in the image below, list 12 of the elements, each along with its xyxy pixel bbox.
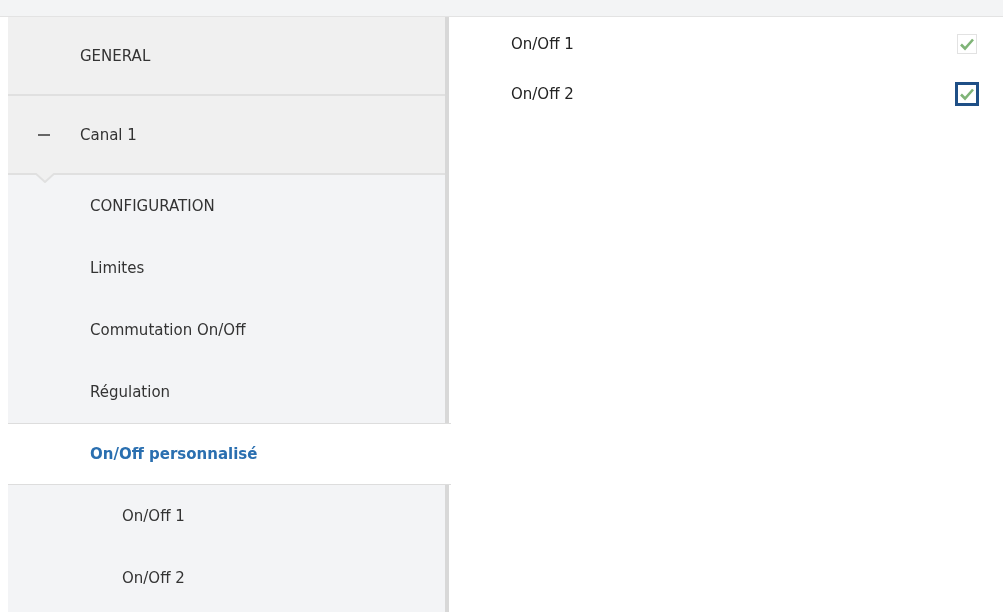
sidebar-item[interactable]: Limites [8,237,445,299]
checkbox[interactable] [957,34,977,54]
sidebar-item[interactable]: GENERAL [8,17,445,96]
sidebar-item[interactable]: CONFIGURATION [8,175,445,237]
sidebar-item[interactable]: Régulation [8,361,445,423]
option-label: On/Off 2 [511,85,574,103]
sidebar-item[interactable]: Canal 1 [8,96,445,175]
option-label: On/Off 1 [511,35,574,53]
sidebar-item[interactable]: On/Off personnalisé [8,423,451,485]
sidebar-item[interactable]: On/Off 1 [8,485,445,547]
sidebar-item[interactable]: Commutation On/Off [8,299,445,361]
sidebar-item[interactable]: On/Off 2 [8,547,445,609]
